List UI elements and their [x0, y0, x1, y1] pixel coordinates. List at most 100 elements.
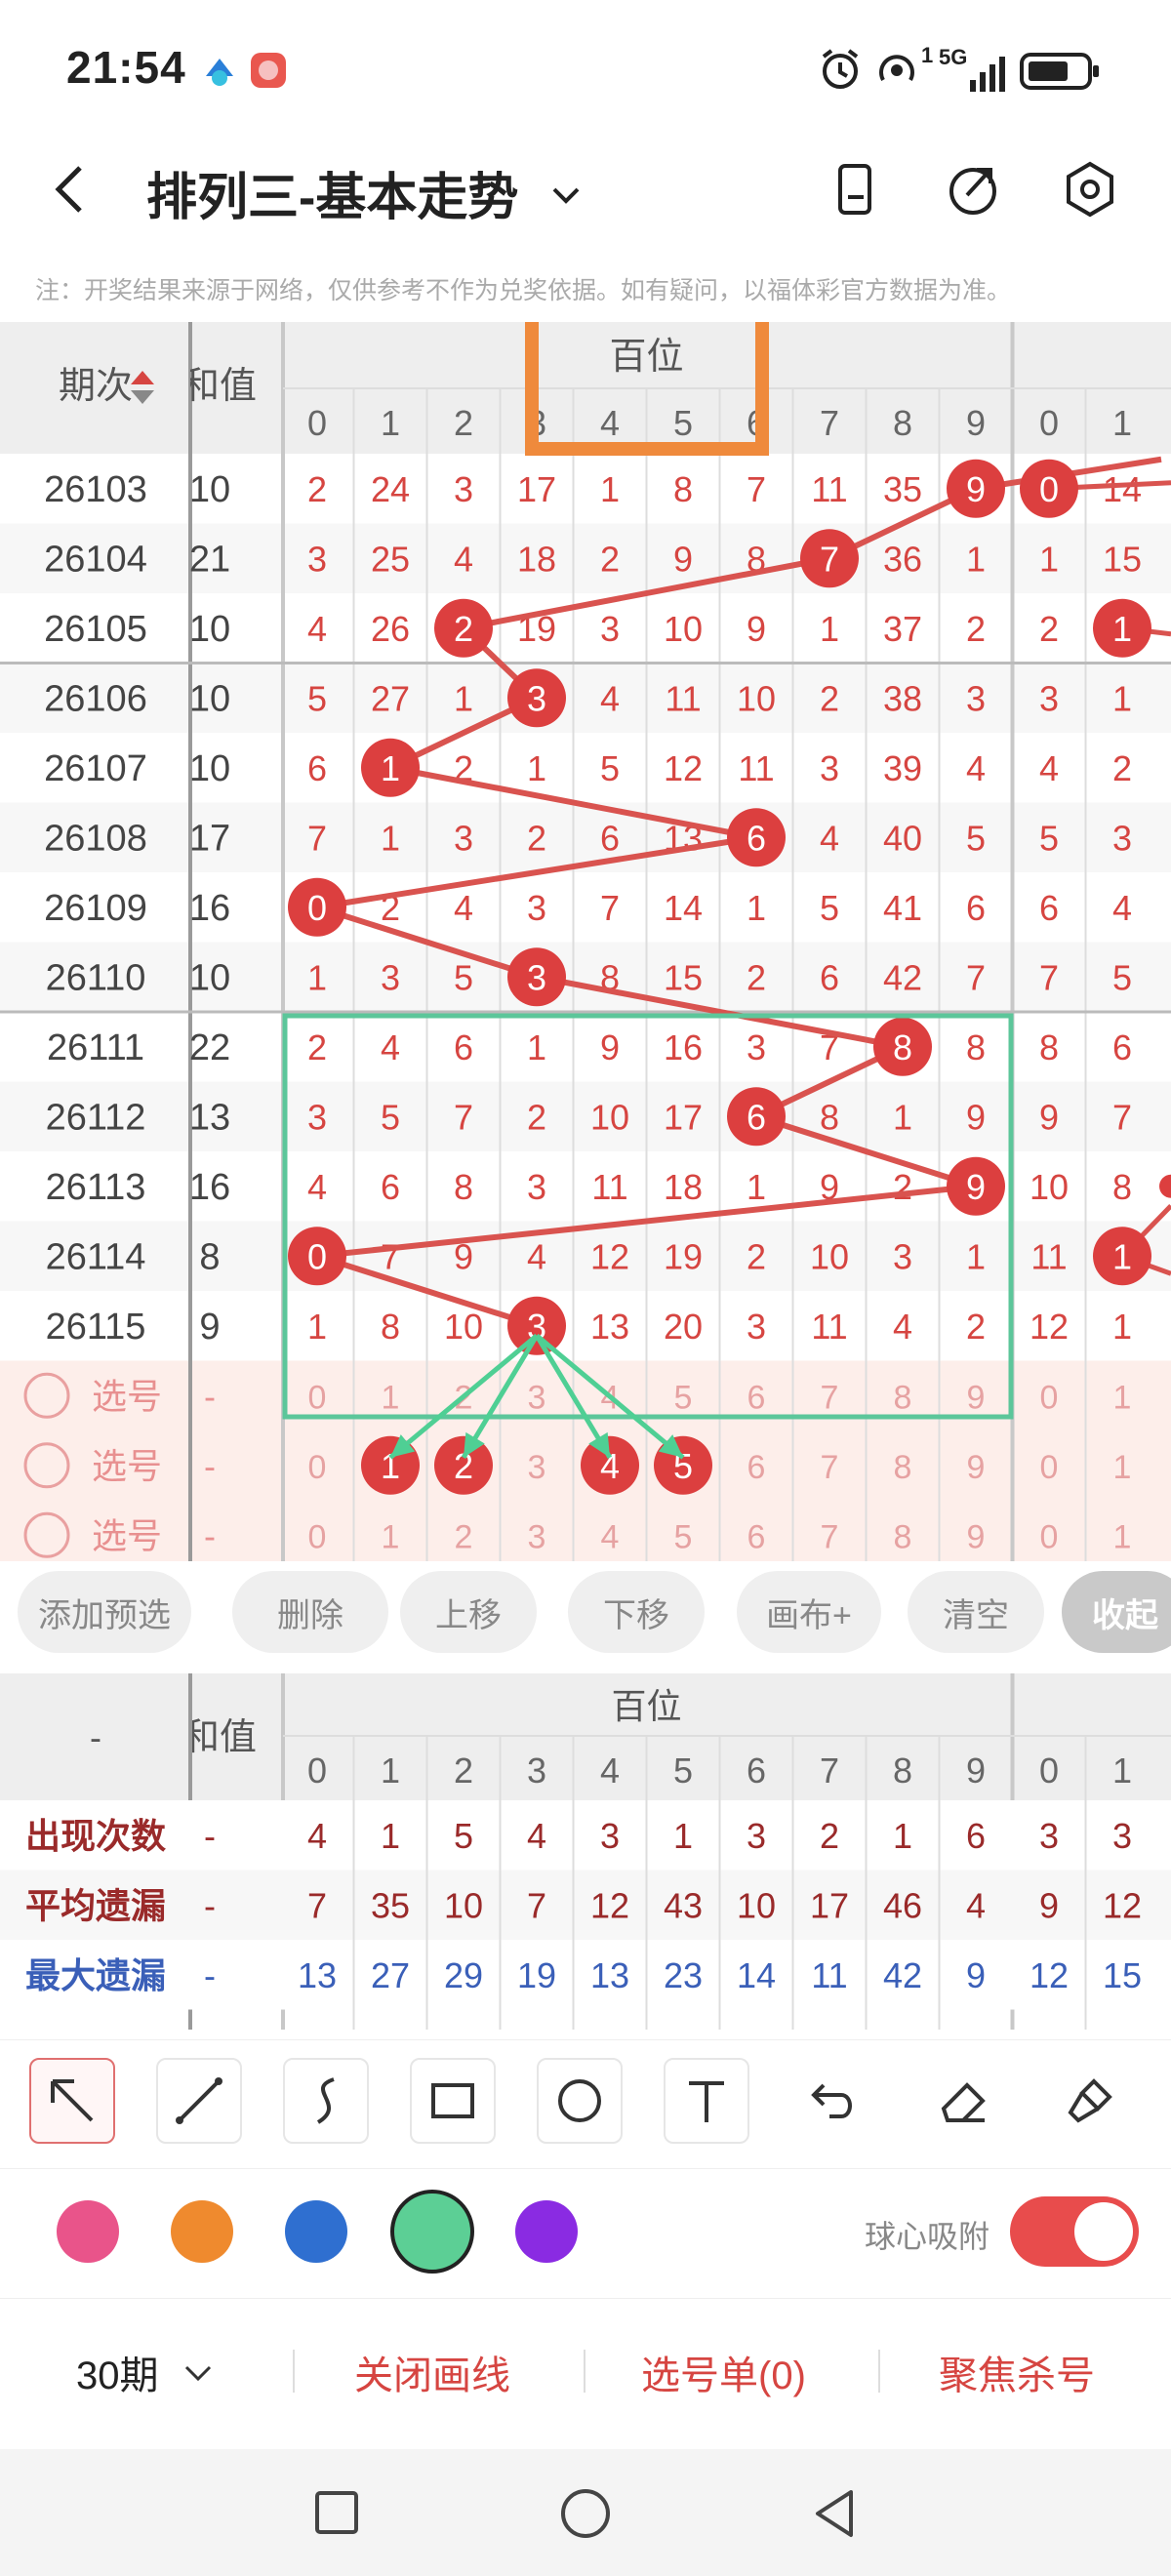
pick-cell[interactable]: 1: [382, 1518, 400, 1555]
miss-cell[interactable]: 24: [371, 469, 410, 509]
miss-cell[interactable]: 5: [454, 957, 473, 997]
pick-cell[interactable]: 9: [967, 1379, 986, 1416]
extra-cell[interactable]: 6: [1039, 888, 1059, 928]
miss-cell[interactable]: 8: [454, 1167, 473, 1207]
miss-cell[interactable]: 4: [307, 1167, 327, 1207]
recents-icon[interactable]: [312, 2488, 361, 2537]
miss-cell[interactable]: 3: [600, 609, 620, 649]
miss-cell[interactable]: 6: [454, 1027, 473, 1067]
miss-cell[interactable]: 2: [966, 1307, 986, 1347]
pick-cell[interactable]: 3: [528, 1379, 546, 1416]
miss-cell[interactable]: 12: [590, 1236, 629, 1276]
pick-cell[interactable]: 5: [674, 1518, 693, 1555]
action-pill-6[interactable]: 收起: [1062, 1571, 1171, 1653]
miss-cell[interactable]: 3: [307, 1097, 327, 1137]
miss-cell[interactable]: 1: [966, 1236, 986, 1276]
miss-cell[interactable]: 27: [371, 678, 410, 718]
screen-switch-icon[interactable]: [825, 158, 887, 221]
color-swatch-2[interactable]: [285, 2200, 347, 2263]
miss-cell[interactable]: 38: [883, 678, 922, 718]
miss-cell[interactable]: 39: [883, 748, 922, 788]
miss-cell[interactable]: 1: [527, 1027, 546, 1067]
extra-cell[interactable]: 14: [1103, 469, 1142, 509]
miss-cell[interactable]: 3: [307, 539, 327, 579]
miss-cell[interactable]: 18: [517, 539, 556, 579]
action-pill-3[interactable]: 下移: [568, 1571, 705, 1653]
miss-cell[interactable]: 10: [737, 678, 776, 718]
miss-cell[interactable]: 3: [820, 748, 839, 788]
eraser-icon[interactable]: [922, 2060, 1004, 2142]
miss-cell[interactable]: 7: [600, 888, 620, 928]
action-pill-4[interactable]: 画布+: [737, 1571, 881, 1653]
miss-cell[interactable]: 10: [590, 1097, 629, 1137]
color-swatch-4[interactable]: [515, 2200, 578, 2263]
miss-cell[interactable]: 1: [747, 1167, 766, 1207]
pick-cell[interactable]: 5: [674, 1379, 693, 1416]
miss-cell[interactable]: 11: [665, 678, 701, 718]
extra-cell[interactable]: 5: [1039, 818, 1059, 858]
extra-cell[interactable]: 8: [1039, 1027, 1059, 1067]
select-arrow-tool[interactable]: [29, 2058, 115, 2144]
miss-cell[interactable]: 2: [747, 957, 766, 997]
pick-cell[interactable]: 6: [747, 1379, 766, 1416]
back-icon[interactable]: [39, 158, 101, 221]
extra-cell[interactable]: 11: [1030, 1236, 1067, 1276]
line-tool[interactable]: [156, 2058, 242, 2144]
miss-cell[interactable]: 2: [307, 1027, 327, 1067]
extra-cell[interactable]: 12: [1030, 1307, 1069, 1347]
miss-cell[interactable]: 3: [966, 678, 986, 718]
color-swatch-0[interactable]: [57, 2200, 119, 2263]
miss-cell[interactable]: 1: [381, 818, 400, 858]
miss-cell[interactable]: 3: [747, 1027, 766, 1067]
miss-cell[interactable]: 10: [664, 609, 703, 649]
pick-cell[interactable]: 6: [747, 1449, 766, 1486]
text-tool[interactable]: [664, 2058, 749, 2144]
miss-cell[interactable]: 6: [600, 818, 620, 858]
action-pill-2[interactable]: 上移: [400, 1571, 537, 1653]
pick-cell[interactable]: 0: [1040, 1518, 1059, 1555]
miss-cell[interactable]: 6: [820, 957, 839, 997]
miss-cell[interactable]: 5: [381, 1097, 400, 1137]
miss-cell[interactable]: 1: [966, 539, 986, 579]
miss-cell[interactable]: 1: [893, 1097, 912, 1137]
extra-cell[interactable]: 5: [1112, 957, 1132, 997]
miss-cell[interactable]: 42: [883, 957, 922, 997]
miss-cell[interactable]: 5: [820, 888, 839, 928]
miss-cell[interactable]: 2: [600, 539, 620, 579]
miss-cell[interactable]: 3: [454, 818, 473, 858]
rectangle-tool[interactable]: [410, 2058, 496, 2144]
extra-cell[interactable]: 1: [1112, 678, 1132, 718]
miss-cell[interactable]: 3: [747, 1307, 766, 1347]
miss-cell[interactable]: 2: [527, 818, 546, 858]
miss-cell[interactable]: 8: [820, 1097, 839, 1137]
miss-cell[interactable]: 11: [811, 469, 847, 509]
pick-cell[interactable]: 3: [528, 1518, 546, 1555]
miss-cell[interactable]: 7: [747, 469, 766, 509]
action-pill-1[interactable]: 删除: [232, 1571, 388, 1653]
miss-cell[interactable]: 11: [591, 1167, 627, 1207]
miss-cell[interactable]: 9: [966, 1097, 986, 1137]
brush-icon[interactable]: [1049, 2060, 1131, 2142]
pick-cell[interactable]: 2: [455, 1518, 473, 1555]
pick-cell[interactable]: 7: [821, 1379, 839, 1416]
miss-cell[interactable]: 14: [664, 888, 703, 928]
focus-kill-button[interactable]: 聚焦杀号: [939, 2344, 1095, 2400]
miss-cell[interactable]: 2: [747, 1236, 766, 1276]
chevron-down-icon[interactable]: [181, 2359, 216, 2389]
extra-cell[interactable]: 3: [1112, 818, 1132, 858]
miss-cell[interactable]: 25: [371, 539, 410, 579]
snap-toggle[interactable]: [1010, 2196, 1139, 2267]
pick-cell[interactable]: 9: [967, 1518, 986, 1555]
miss-cell[interactable]: 4: [600, 678, 620, 718]
miss-cell[interactable]: 1: [307, 957, 327, 997]
extra-cell[interactable]: 7: [1112, 1097, 1132, 1137]
miss-cell[interactable]: 4: [527, 1236, 546, 1276]
pick-cell[interactable]: 1: [1113, 1379, 1132, 1416]
miss-cell[interactable]: 1: [747, 888, 766, 928]
extra-cell[interactable]: 6: [1112, 1027, 1132, 1067]
miss-cell[interactable]: 37: [883, 609, 922, 649]
back-nav-icon[interactable]: [810, 2486, 859, 2541]
miss-cell[interactable]: 2: [820, 678, 839, 718]
miss-cell[interactable]: 5: [966, 818, 986, 858]
ticket-button[interactable]: 选号单(0): [641, 2344, 806, 2400]
